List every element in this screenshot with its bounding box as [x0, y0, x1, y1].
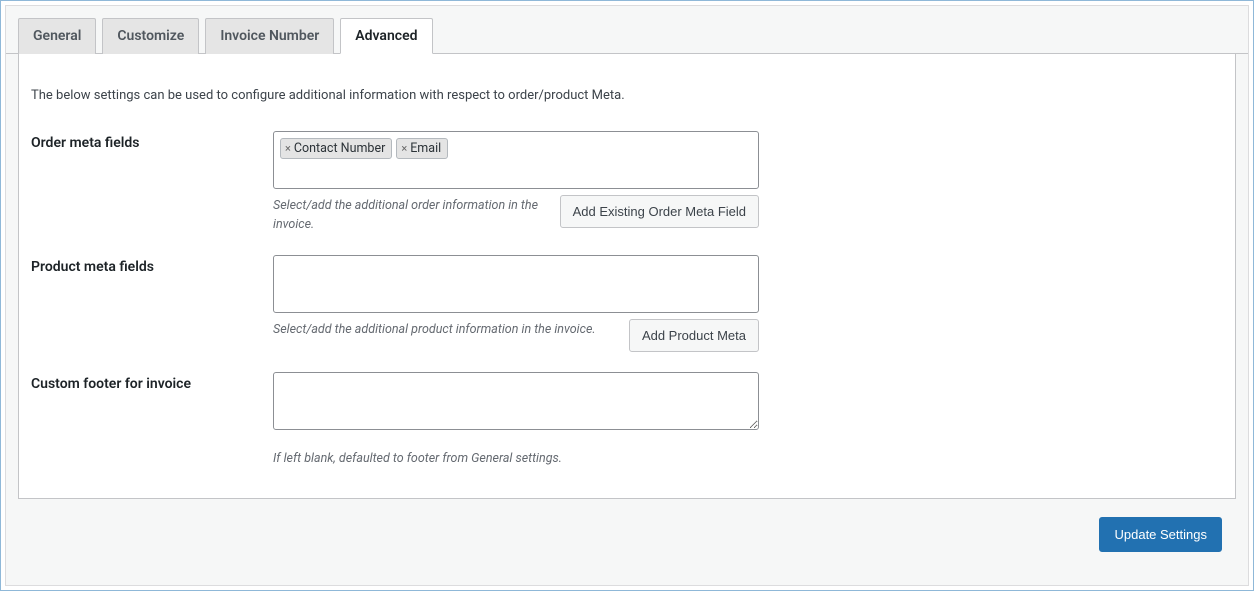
order-meta-helper: Select/add the additional order informat… [273, 195, 548, 235]
tab-content: The below settings can be used to config… [18, 54, 1236, 499]
custom-footer-body: If left blank, defaulted to footer from … [273, 372, 759, 469]
outer-frame: General Customize Invoice Number Advance… [0, 0, 1254, 591]
order-meta-input[interactable]: × Contact Number × Email [273, 131, 759, 189]
update-settings-button[interactable]: Update Settings [1099, 517, 1222, 552]
tag-label: Email [410, 141, 441, 156]
settings-panel: General Customize Invoice Number Advance… [5, 5, 1249, 586]
intro-text: The below settings can be used to config… [19, 74, 1235, 111]
product-meta-input[interactable] [273, 255, 759, 313]
custom-footer-label: Custom footer for invoice [31, 372, 273, 392]
order-meta-body: × Contact Number × Email Select/add the … [273, 131, 759, 235]
custom-footer-helper: If left blank, defaulted to footer from … [273, 448, 759, 469]
row-product-meta: Product meta fields Select/add the addit… [19, 235, 1235, 352]
order-meta-helper-row: Select/add the additional order informat… [273, 195, 759, 235]
tag-email[interactable]: × Email [396, 138, 448, 159]
tab-customize[interactable]: Customize [102, 18, 199, 54]
tab-invoice-number[interactable]: Invoice Number [205, 18, 334, 54]
tag-contact-number[interactable]: × Contact Number [280, 138, 392, 159]
tabs-nav: General Customize Invoice Number Advance… [6, 6, 1248, 54]
tag-label: Contact Number [294, 141, 385, 156]
custom-footer-textarea[interactable] [273, 372, 759, 430]
product-meta-body: Select/add the additional product inform… [273, 255, 759, 352]
panel-footer: Update Settings [6, 499, 1248, 570]
product-meta-label: Product meta fields [31, 255, 273, 275]
product-meta-helper: Select/add the additional product inform… [273, 319, 596, 340]
row-order-meta: Order meta fields × Contact Number × Ema… [19, 111, 1235, 235]
tab-general[interactable]: General [18, 18, 96, 54]
tab-advanced[interactable]: Advanced [340, 18, 432, 54]
product-meta-helper-row: Select/add the additional product inform… [273, 319, 759, 352]
close-icon[interactable]: × [285, 142, 292, 155]
close-icon[interactable]: × [401, 142, 408, 155]
add-product-meta-button[interactable]: Add Product Meta [629, 319, 759, 352]
row-custom-footer: Custom footer for invoice If left blank,… [19, 352, 1235, 469]
add-order-meta-button[interactable]: Add Existing Order Meta Field [560, 195, 759, 228]
order-meta-label: Order meta fields [31, 131, 273, 151]
